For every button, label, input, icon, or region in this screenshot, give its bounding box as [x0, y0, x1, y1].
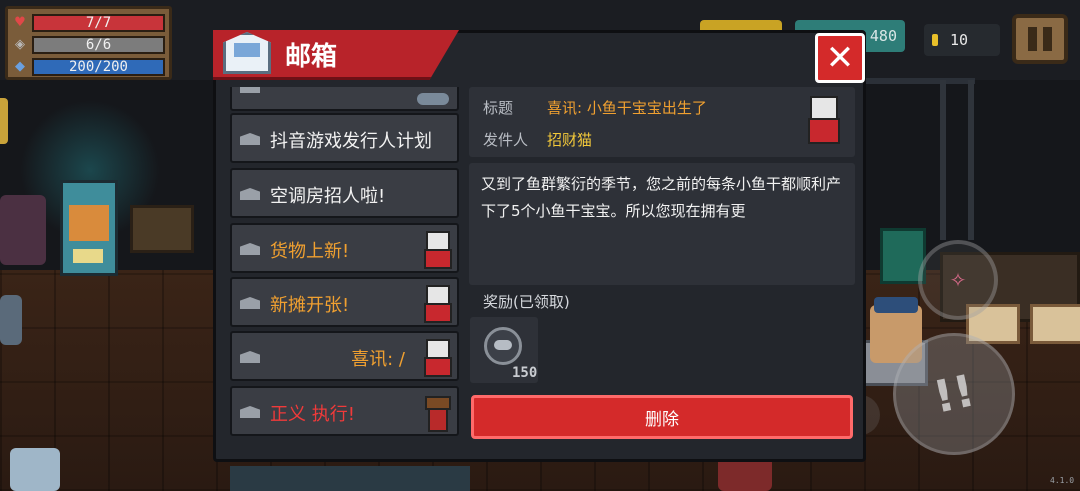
gacha-machine [60, 180, 118, 276]
coin-value: 10 [950, 31, 969, 49]
mail-icon [223, 32, 271, 74]
weapon-stand [130, 205, 194, 253]
reward-label: 奖励(已领取) [483, 293, 570, 311]
mail-item-selected[interactable]: 喜讯: / [230, 331, 459, 381]
mail-detail-header: 标题 喜讯: 小鱼干宝宝出生了 发件人 招财猫 [469, 87, 855, 157]
weapon-switch-button[interactable]: ✧ [918, 240, 998, 320]
mail-subject: 抖音游戏发行人计划 [270, 131, 432, 152]
mail-item[interactable]: 空调房招人啦! [230, 168, 459, 218]
energy-icon: ◆ [15, 59, 25, 74]
npc-wizard [0, 195, 46, 265]
envelope-icon [240, 406, 260, 418]
mail-item[interactable]: 抖音游戏发行人计划 [230, 113, 459, 163]
mail-item[interactable]: 货物上新! [230, 223, 459, 273]
fish-coin-icon [484, 327, 522, 365]
coin-icon [932, 34, 938, 46]
pause-button[interactable] [1012, 14, 1068, 64]
dialog-title: 邮箱 [285, 42, 338, 72]
material-value: 480 [869, 27, 897, 45]
skill-icon: !! [929, 364, 979, 424]
mail-body: 又到了鱼群繁衍的季节，您之前的每条小鱼干都顺利产下了5个小鱼干宝宝。所以您现在拥… [469, 163, 855, 285]
mail-subject: 货物上新! [270, 241, 350, 262]
armor-row: ◈ 6/6 [12, 34, 165, 55]
pause-icon [1028, 27, 1037, 51]
shield-icon: ◈ [15, 37, 25, 52]
close-button[interactable]: ✕ [815, 33, 865, 83]
shop-sign [1030, 304, 1080, 344]
player-stats-panel: ♥ 7/7 ◈ 6/6 ◆ 200/200 [5, 6, 172, 80]
skill-button[interactable]: !! [893, 333, 1015, 455]
side-tab[interactable] [0, 98, 8, 144]
cat-icon [423, 231, 452, 269]
coin-counter: 10 [924, 24, 1000, 56]
title-label: 标题 [483, 99, 514, 117]
npc-pet-cat [10, 448, 60, 491]
sender-value: 招财猫 [547, 131, 593, 149]
envelope-icon [240, 133, 260, 145]
envelope-icon [240, 243, 260, 255]
envelope-icon [240, 297, 260, 309]
cat-icon [423, 339, 452, 377]
envelope-icon [240, 87, 260, 93]
armor-bar: 6/6 [32, 35, 165, 54]
wall-frame [940, 80, 974, 240]
cup-icon [423, 394, 451, 432]
sender-avatar-icon [807, 96, 840, 144]
dialog-header: 邮箱 [213, 30, 459, 80]
energy-bar: 200/200 [32, 57, 165, 76]
envelope-icon [240, 351, 260, 363]
cat-icon [423, 285, 452, 323]
energy-row: ◆ 200/200 [12, 56, 165, 77]
close-icon: ✕ [825, 38, 855, 78]
pause-icon [1043, 27, 1052, 51]
fish-icon [417, 93, 449, 105]
hp-row: ♥ 7/7 [12, 12, 165, 33]
title-value: 喜讯: 小鱼干宝宝出生了 [547, 99, 707, 117]
hp-bar: 7/7 [32, 13, 165, 32]
envelope-icon [240, 188, 260, 200]
reward-item[interactable]: 150 [470, 317, 538, 383]
weapon-icon: ✧ [949, 268, 967, 292]
npc-knight [0, 295, 22, 345]
mail-subject: 正义 执行! [270, 404, 355, 425]
sender-label: 发件人 [483, 131, 529, 149]
reward-quantity: 150 [512, 365, 538, 381]
delete-button[interactable]: 删除 [471, 395, 853, 439]
mail-list[interactable]: 抖音游戏发行人计划 空调房招人啦! 货物上新! 新摊开张! 喜讯: / 正义 执… [230, 87, 460, 439]
mail-item-partial[interactable] [230, 87, 459, 111]
table [230, 466, 470, 491]
mailbox-dialog: 邮箱 ✕ 抖音游戏发行人计划 空调房招人啦! 货物上新! 新摊开张! 喜讯: /… [213, 30, 866, 462]
mail-subject: 喜讯: / [351, 349, 405, 370]
mail-item[interactable]: 新摊开张! [230, 277, 459, 327]
mail-item[interactable]: 正义 执行! [230, 386, 459, 436]
heart-icon: ♥ [14, 15, 26, 30]
mail-subject: 新摊开张! [270, 295, 350, 316]
version-label: 4.1.0 [1050, 476, 1075, 485]
mail-subject: 空调房招人啦! [270, 186, 386, 207]
